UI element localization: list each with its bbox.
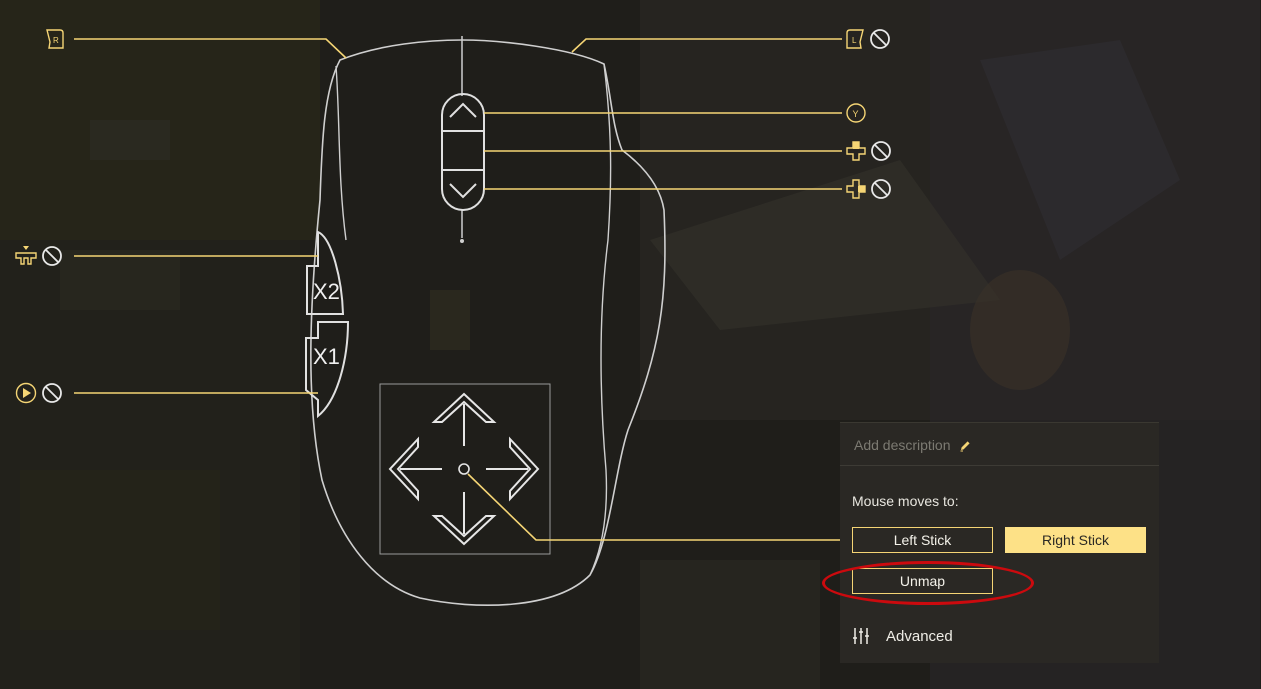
leader-right-button xyxy=(74,38,347,59)
left-bumper-icon: L xyxy=(846,29,864,49)
unmapped-icon xyxy=(42,383,62,403)
right-button-mapping[interactable]: R xyxy=(44,28,64,50)
wheel-end-dot xyxy=(460,239,464,243)
description-field[interactable]: Add description xyxy=(854,437,972,453)
x2-mapping[interactable] xyxy=(14,245,63,267)
x1-mapping[interactable] xyxy=(14,382,63,404)
right-stick-button[interactable]: Right Stick xyxy=(1005,527,1146,553)
advanced-button[interactable]: Advanced xyxy=(852,626,953,646)
left-stick-button[interactable]: Left Stick xyxy=(852,527,993,553)
svg-text:L: L xyxy=(852,36,857,45)
unmapped-icon xyxy=(871,179,891,199)
leader-left-button xyxy=(571,38,842,53)
mouse-side-contour xyxy=(589,63,612,576)
wheel-click-mapping[interactable] xyxy=(845,140,892,162)
mouse-left-contour xyxy=(335,65,347,241)
mapping-panel: Add description Mouse moves to: Left Sti… xyxy=(840,422,1159,663)
y-button-icon: Y xyxy=(846,103,866,123)
panel-divider xyxy=(840,465,1159,466)
x2-label: X2 xyxy=(313,279,340,304)
right-bumper-icon: R xyxy=(46,29,64,49)
left-button-mapping[interactable]: L xyxy=(846,28,891,50)
unmapped-icon xyxy=(42,246,62,266)
wheel-up-chevron-icon xyxy=(449,102,477,118)
description-placeholder: Add description xyxy=(854,437,951,453)
unmapped-icon xyxy=(870,29,890,49)
wheel-down-mapping[interactable] xyxy=(845,178,892,200)
dpad-right-icon xyxy=(846,179,866,199)
wheel-up-mapping[interactable]: Y xyxy=(845,102,867,124)
wheel-down-chevron-icon xyxy=(449,183,477,199)
x1-label: X1 xyxy=(313,344,340,369)
advanced-label: Advanced xyxy=(886,627,953,645)
unmapped-icon xyxy=(871,141,891,161)
pencil-icon[interactable] xyxy=(959,439,972,452)
svg-text:R: R xyxy=(53,36,59,45)
mouse-moves-label: Mouse moves to: xyxy=(852,493,959,509)
sliders-icon xyxy=(853,628,869,644)
scroll-wheel[interactable] xyxy=(441,93,485,211)
share-icon xyxy=(15,246,37,265)
dpad-up-icon xyxy=(846,141,866,161)
unmap-button[interactable]: Unmap xyxy=(852,568,993,594)
movement-center-dot xyxy=(458,463,470,475)
svg-text:Y: Y xyxy=(853,109,859,119)
start-icon xyxy=(15,382,37,404)
